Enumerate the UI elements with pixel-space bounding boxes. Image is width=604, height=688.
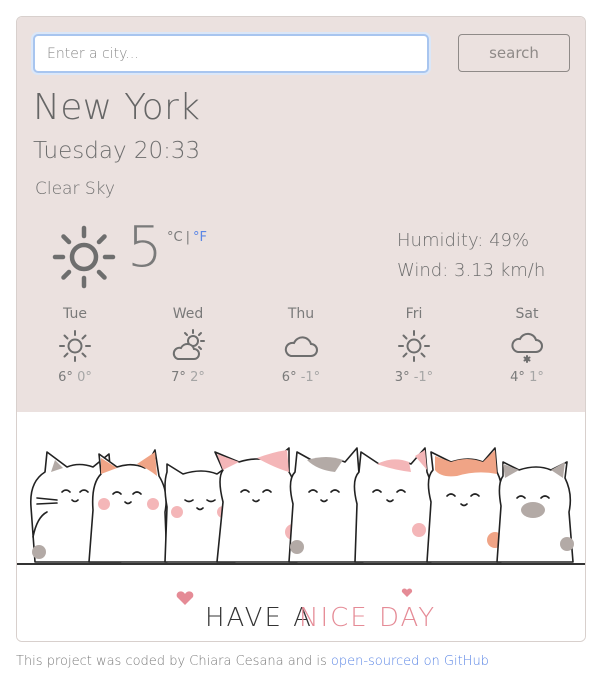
forecast-temps: 6° 0° [35, 370, 115, 385]
forecast-day-name: Tue [63, 306, 87, 322]
snow-icon [511, 332, 543, 363]
weather-description: Clear Sky [35, 179, 115, 199]
github-link[interactable]: open-sourced on GitHub [331, 654, 489, 669]
slogan-part1: HAVE A [205, 603, 313, 633]
forecast-high: 7° [171, 370, 186, 385]
partly-cloudy-icon [172, 329, 205, 360]
weather-panel: search New York Tuesday 20:33 Clear Sky … [17, 17, 585, 412]
forecast-day: Sat 4° 1° [487, 306, 567, 385]
forecast-high: 3° [394, 370, 410, 385]
forecast-high: 6° [58, 370, 73, 385]
forecast-day-name: Fri [405, 306, 423, 322]
forecast-low: 0° [77, 370, 92, 385]
footer: This project was coded by Chiara Cesana … [16, 654, 489, 669]
search-button[interactable]: search [458, 34, 570, 72]
humidity: Humidity: 49% [397, 230, 530, 251]
forecast-day: Thu 6° -1° [261, 306, 341, 385]
forecast-low: 1° [529, 370, 544, 385]
forecast-high: 4° [510, 370, 525, 385]
forecast-day: Tue 6° 0° [35, 306, 115, 385]
date-time: Tuesday 20:33 [33, 138, 201, 164]
forecast-day: Fri 3° -1° [374, 306, 454, 385]
celsius-link[interactable]: °C [167, 230, 183, 245]
forecast-day-name: Sat [515, 306, 539, 322]
unit-separator: | [185, 230, 190, 245]
forecast-low: 2° [190, 370, 205, 385]
wind-speed: Wind: 3.13 km/h [397, 260, 546, 281]
slogan-part2: NICE DAY [299, 603, 436, 633]
forecast-low: -1° [300, 370, 321, 385]
cats-banner: HAVE A NICE DAY [17, 412, 585, 641]
sun-icon [398, 330, 430, 362]
city-name: New York [33, 87, 201, 128]
forecast-temps: 3° -1° [374, 370, 454, 385]
fahrenheit-link[interactable]: °F [193, 230, 207, 245]
forecast-day-name: Thu [287, 306, 315, 322]
cloud-icon [284, 336, 318, 357]
cats-illustration: HAVE A NICE DAY [17, 447, 585, 633]
heart-icon [401, 588, 413, 597]
forecast-day: Wed 7° 2° [148, 306, 228, 385]
forecast-day-name: Wed [172, 306, 204, 322]
forecast-row: Tue 6° 0° Wed 7° 2° Thu 6° -1° Fri 3° -1… [17, 306, 585, 401]
heart-icon [176, 591, 194, 605]
forecast-temps: 6° -1° [261, 370, 341, 385]
sun-icon [59, 330, 91, 362]
city-search-input[interactable] [33, 34, 429, 73]
unit-toggle: °C | °F [167, 230, 207, 245]
forecast-temps: 7° 2° [148, 370, 228, 385]
forecast-low: -1° [413, 370, 434, 385]
current-temperature: 5 [127, 215, 163, 280]
forecast-temps: 4° 1° [487, 370, 567, 385]
footer-text: This project was coded by Chiara Cesana … [16, 654, 327, 669]
forecast-high: 6° [281, 370, 297, 385]
weather-app-card: search New York Tuesday 20:33 Clear Sky … [16, 16, 586, 642]
sun-icon [52, 225, 116, 289]
